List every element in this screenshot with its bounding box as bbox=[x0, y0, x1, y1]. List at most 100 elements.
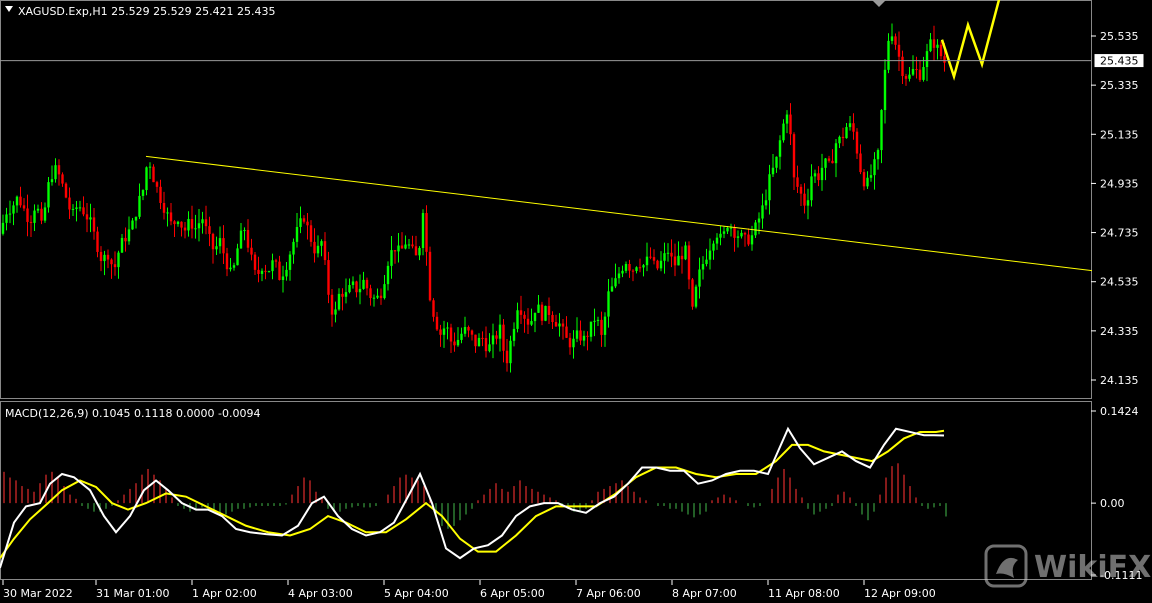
candle-body bbox=[768, 174, 771, 201]
candle-body bbox=[152, 166, 155, 183]
candle-body bbox=[484, 338, 488, 352]
candle-body bbox=[813, 173, 817, 177]
candle-body bbox=[313, 241, 316, 254]
candle-body bbox=[225, 253, 229, 270]
candle-body bbox=[99, 251, 103, 262]
candle-body bbox=[190, 218, 194, 229]
candle-body bbox=[218, 238, 222, 247]
candle-body bbox=[761, 205, 764, 219]
candle-body bbox=[334, 309, 337, 315]
candle-body bbox=[365, 279, 369, 289]
candle-body bbox=[582, 335, 586, 341]
candle-body bbox=[894, 36, 897, 45]
time-tick-label: 7 Apr 06:00 bbox=[576, 587, 641, 600]
candle-body bbox=[764, 200, 768, 206]
trading-chart[interactable]: XAGUSD.Exp,H1 25.529 25.529 25.421 25.43… bbox=[0, 0, 1152, 603]
candle-body bbox=[351, 281, 355, 286]
time-tick-label: 6 Apr 05:00 bbox=[480, 587, 545, 600]
price-tick-label: 24.335 bbox=[1100, 325, 1139, 338]
candle-body bbox=[610, 286, 614, 292]
candle-body bbox=[110, 259, 113, 265]
candle-body bbox=[467, 327, 470, 331]
candle-body bbox=[936, 44, 939, 48]
candle-body bbox=[40, 208, 43, 221]
candle-body bbox=[827, 158, 831, 161]
candle-body bbox=[509, 340, 512, 364]
candle-body bbox=[421, 213, 425, 248]
candle-body bbox=[36, 208, 40, 211]
candle-body bbox=[897, 44, 901, 57]
candle-body bbox=[211, 233, 215, 250]
candle-body bbox=[390, 250, 393, 266]
price-tick-label: 24.935 bbox=[1100, 177, 1139, 190]
macd-tick-label: 0.00 bbox=[1100, 497, 1125, 510]
candle-body bbox=[803, 193, 806, 206]
candle-body bbox=[495, 335, 498, 339]
current-price-label: 25.435 bbox=[1100, 55, 1139, 68]
candle-body bbox=[876, 150, 880, 160]
candle-body bbox=[376, 295, 379, 298]
price-tick-label: 25.535 bbox=[1100, 30, 1139, 43]
candle-body bbox=[638, 267, 642, 269]
candle-body bbox=[320, 241, 323, 246]
candle-body bbox=[817, 173, 820, 181]
candle-body bbox=[929, 39, 932, 52]
candle-body bbox=[292, 241, 295, 255]
candle-body bbox=[8, 213, 12, 215]
candle-body bbox=[551, 314, 554, 323]
candle-body bbox=[512, 328, 516, 341]
candle-body bbox=[463, 327, 467, 334]
candle-body bbox=[330, 294, 334, 315]
candle-body bbox=[498, 324, 502, 339]
candle-body bbox=[155, 182, 159, 187]
candle-body bbox=[19, 196, 22, 206]
candle-body bbox=[722, 231, 726, 234]
time-tick-label: 1 Apr 02:00 bbox=[192, 587, 257, 600]
candle-body bbox=[887, 40, 890, 70]
candle-body bbox=[831, 160, 834, 164]
candle-body bbox=[173, 221, 176, 225]
candle-body bbox=[120, 237, 124, 253]
candle-body bbox=[789, 114, 792, 135]
candle-body bbox=[698, 269, 701, 287]
candle-body bbox=[15, 196, 19, 206]
candle-body bbox=[677, 255, 680, 266]
candle-body bbox=[309, 225, 313, 242]
candle-body bbox=[565, 326, 568, 338]
candle-body bbox=[159, 186, 162, 203]
candle-body bbox=[624, 263, 628, 271]
candle-body bbox=[806, 200, 810, 206]
candle-body bbox=[236, 248, 239, 266]
candle-body bbox=[715, 237, 719, 244]
candle-body bbox=[43, 207, 47, 221]
candle-body bbox=[873, 159, 876, 176]
candle-body bbox=[855, 131, 859, 154]
candle-body bbox=[260, 270, 264, 274]
candle-body bbox=[204, 219, 208, 227]
candle-body bbox=[141, 190, 145, 196]
candle-body bbox=[383, 284, 386, 299]
candle-body bbox=[64, 183, 68, 198]
price-tick-label: 25.335 bbox=[1100, 79, 1139, 92]
candle-body bbox=[652, 257, 656, 261]
candle-body bbox=[453, 341, 456, 346]
candle-body bbox=[908, 74, 911, 79]
macd-tick-label: 0.1424 bbox=[1100, 405, 1139, 418]
candle-body bbox=[775, 156, 778, 168]
candle-body bbox=[883, 69, 887, 111]
candle-body bbox=[600, 319, 603, 335]
candle-body bbox=[561, 323, 565, 327]
candle-body bbox=[530, 321, 533, 325]
candle-body bbox=[362, 279, 365, 289]
macd-header: MACD(12,26,9) 0.1045 0.1118 0.0000 -0.00… bbox=[5, 407, 260, 420]
candle-body bbox=[666, 252, 670, 254]
candle-body bbox=[607, 291, 610, 317]
candle-body bbox=[862, 172, 866, 187]
candle-body bbox=[540, 304, 544, 321]
candle-body bbox=[586, 335, 589, 337]
candle-body bbox=[712, 243, 715, 251]
candle-body bbox=[519, 310, 523, 315]
candle-body bbox=[302, 218, 306, 222]
candle-body bbox=[327, 260, 330, 295]
candle-body bbox=[253, 254, 257, 270]
